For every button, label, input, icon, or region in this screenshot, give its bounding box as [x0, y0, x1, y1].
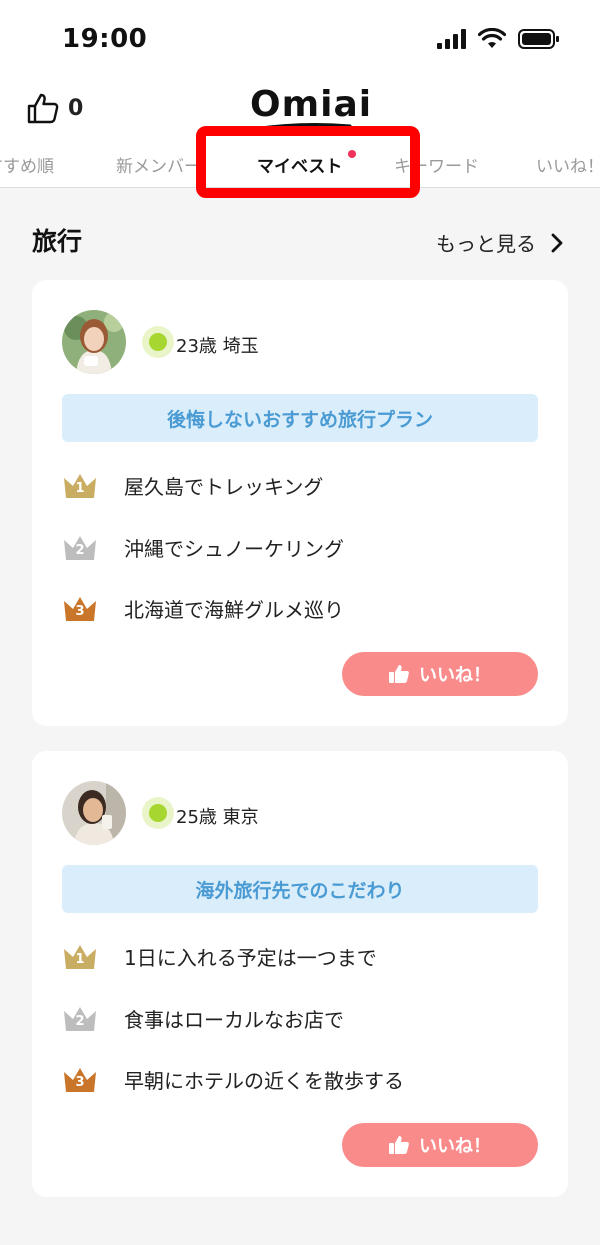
- thumbs-up-icon: [389, 1136, 409, 1154]
- crown-gold-icon: 1: [62, 941, 98, 971]
- thumbs-up-icon: [27, 93, 59, 124]
- tab-recommended[interactable]: すすめ順: [0, 152, 54, 177]
- like-button[interactable]: いいね！: [342, 652, 538, 696]
- like-button-label: いいね！: [419, 1136, 491, 1156]
- thumbs-up-icon: [389, 665, 409, 683]
- avatar-photo: [62, 781, 126, 845]
- status-time: 19:00: [62, 24, 148, 54]
- battery-icon: [518, 29, 559, 49]
- wifi-icon: [478, 28, 506, 48]
- cellular-signal-icon: [437, 29, 466, 49]
- see-more-label: もっと見る: [436, 232, 536, 256]
- crown-gold-icon: 1: [62, 470, 98, 500]
- online-status-indicator: [142, 797, 174, 829]
- like-button[interactable]: いいね！: [342, 1123, 538, 1167]
- crown-silver-icon: 2: [62, 532, 98, 562]
- rank-text: 屋久島でトレッキング: [124, 474, 324, 499]
- age-location: 25歳 東京: [176, 807, 259, 828]
- avatar-photo: [62, 310, 126, 374]
- rank-text: 北海道で海鮮グルメ巡り: [124, 597, 344, 622]
- rank-item: 3 北海道で海鮮グルメ巡り: [62, 593, 344, 623]
- age-location: 23歳 埼玉: [176, 336, 259, 357]
- like-count-button[interactable]: 0: [26, 92, 83, 124]
- crown-bronze-icon: 3: [62, 1064, 98, 1094]
- crown-bronze-icon: 3: [62, 593, 98, 623]
- rank-text: 食事はローカルなお店で: [124, 1007, 344, 1032]
- online-status-indicator: [142, 326, 174, 358]
- highlight-box: [196, 126, 420, 198]
- app-logo: Omiai: [250, 84, 373, 125]
- rank-item: 1 1日に入れる予定は一つまで: [62, 941, 377, 971]
- rank-text: 早朝にホテルの近くを散歩する: [124, 1068, 404, 1093]
- status-bar: 19:00: [0, 0, 600, 80]
- rank-item: 2 食事はローカルなお店で: [62, 1003, 344, 1033]
- avatar[interactable]: [62, 310, 126, 374]
- like-button-label: いいね！: [419, 665, 491, 685]
- mybest-card: 23歳 埼玉 後悔しないおすすめ旅行プラン 1 屋久島でトレッキング 2 沖縄で…: [32, 280, 568, 726]
- see-more-link[interactable]: もっと見る: [436, 228, 564, 257]
- plan-title: 海外旅行先でのこだわり: [62, 865, 538, 913]
- section-title: 旅行: [32, 227, 83, 256]
- plan-title: 後悔しないおすすめ旅行プラン: [62, 394, 538, 442]
- avatar[interactable]: [62, 781, 126, 845]
- chevron-right-icon: [551, 233, 563, 252]
- rank-text: 沖縄でシュノーケリング: [124, 536, 344, 561]
- rank-item: 3 早朝にホテルの近くを散歩する: [62, 1064, 404, 1094]
- rank-item: 1 屋久島でトレッキング: [62, 470, 323, 500]
- tab-new-members[interactable]: 新メンバー: [116, 152, 201, 177]
- rank-item: 2 沖縄でシュノーケリング: [62, 532, 344, 562]
- crown-silver-icon: 2: [62, 1003, 98, 1033]
- like-count-value: 0: [68, 95, 84, 121]
- rank-text: 1日に入れる予定は一つまで: [124, 945, 377, 970]
- mybest-card: 25歳 東京 海外旅行先でのこだわり 1 1日に入れる予定は一つまで 2 食事は…: [32, 751, 568, 1197]
- status-icons: [437, 28, 560, 50]
- tab-likes[interactable]: いいね！: [536, 152, 600, 177]
